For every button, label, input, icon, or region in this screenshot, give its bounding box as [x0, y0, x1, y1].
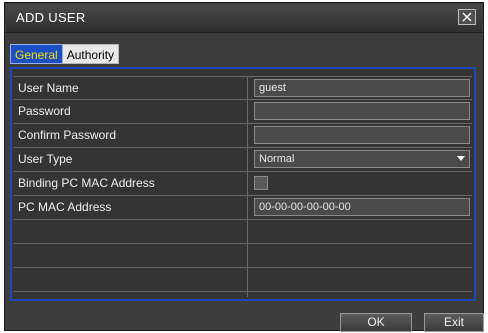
- tab-authority[interactable]: Authority: [62, 44, 120, 64]
- dialog-title: ADD USER: [16, 10, 86, 25]
- binding-mac-row: Binding PC MAC Address: [14, 172, 472, 196]
- pc-mac-input[interactable]: 00-00-00-00-00-00: [254, 198, 470, 216]
- empty-row: [14, 220, 472, 244]
- close-button[interactable]: [458, 9, 476, 25]
- binding-mac-checkbox[interactable]: [254, 176, 268, 190]
- user-name-row: User Name guest: [14, 76, 472, 100]
- confirm-password-row: Confirm Password: [14, 124, 472, 148]
- password-label: Password: [18, 104, 71, 118]
- general-panel: User Name guest Password Confirm Passwor…: [10, 67, 476, 301]
- password-input[interactable]: [254, 102, 470, 120]
- user-type-select[interactable]: Normal: [254, 150, 470, 168]
- user-name-label: User Name: [18, 81, 79, 95]
- dropdown-arrow-icon: [457, 156, 465, 161]
- empty-row: [14, 244, 472, 268]
- user-type-value: Normal: [259, 153, 295, 165]
- password-row: Password: [14, 100, 472, 124]
- user-type-row: User Type Normal: [14, 148, 472, 172]
- tab-bar: General Authority: [10, 44, 120, 64]
- confirm-password-label: Confirm Password: [18, 128, 117, 142]
- user-name-input[interactable]: guest: [254, 79, 470, 97]
- ok-button[interactable]: OK: [340, 313, 412, 332]
- user-form-grid: User Name guest Password Confirm Passwor…: [14, 76, 472, 292]
- user-type-label: User Type: [18, 152, 73, 166]
- empty-row: [14, 268, 472, 292]
- title-bar: ADD USER: [6, 4, 482, 33]
- pc-mac-row: PC MAC Address 00-00-00-00-00-00: [14, 196, 472, 220]
- pc-mac-label: PC MAC Address: [18, 200, 112, 214]
- tab-general[interactable]: General: [10, 44, 63, 64]
- close-icon: [462, 12, 472, 22]
- confirm-password-input[interactable]: [254, 126, 470, 144]
- binding-mac-label: Binding PC MAC Address: [18, 176, 155, 190]
- exit-button[interactable]: Exit: [424, 313, 484, 332]
